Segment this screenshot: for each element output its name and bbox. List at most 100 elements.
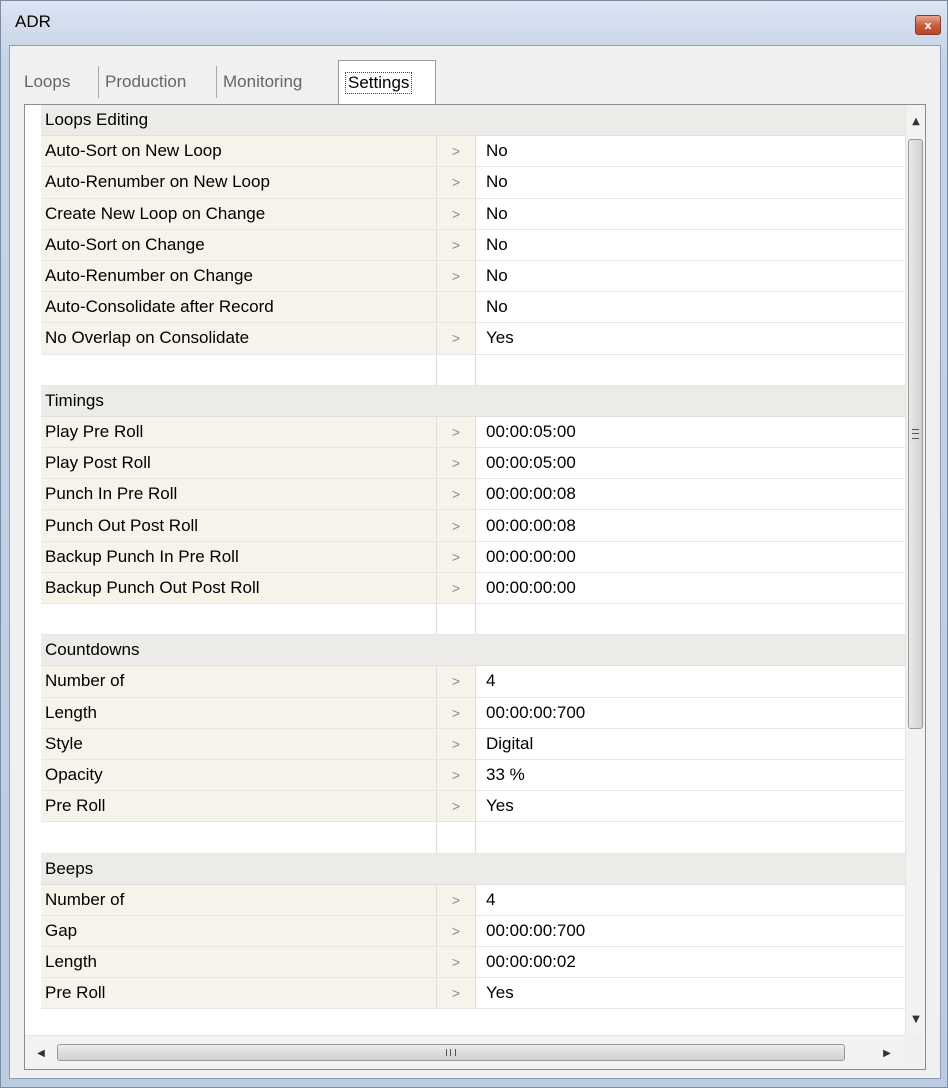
expand-arrow-icon[interactable]: > [436,791,476,823]
scroll-corner [905,1035,925,1069]
setting-row[interactable]: No Overlap on Consolidate > Yes [41,323,905,355]
setting-value[interactable]: 00:00:00:08 [476,510,905,542]
expand-arrow-icon[interactable]: > [436,978,476,1010]
expand-arrow-icon[interactable]: > [436,728,476,760]
section-title: Beeps [41,853,905,885]
arrow-up-icon[interactable]: ▲ [906,111,926,131]
tab-monitoring[interactable]: Monitoring [216,66,338,98]
setting-value[interactable]: 00:00:05:00 [476,416,905,449]
setting-row[interactable]: Play Pre Roll >00:00:05:00 [41,416,905,449]
setting-row[interactable]: Play Post Roll >00:00:05:00 [41,448,905,480]
spacer-cell [436,604,476,636]
setting-value[interactable]: Yes [476,323,905,355]
expand-arrow-icon[interactable]: > [436,229,476,261]
settings-grid: Loops Editing Auto-Sort on New Loop > No Aut… [41,105,905,1035]
setting-value[interactable]: 00:00:00:700 [476,915,905,948]
grip-icon [912,429,919,439]
grip-icon [446,1049,456,1056]
setting-value[interactable]: 4 [476,666,905,698]
expand-arrow-icon[interactable]: > [436,915,476,948]
setting-value[interactable]: Yes [476,791,905,823]
expand-arrow-icon[interactable]: > [436,541,476,573]
setting-row[interactable]: Backup Punch In Pre Roll >00:00:00:00 [41,541,905,573]
setting-value[interactable]: 4 [476,884,905,916]
setting-row[interactable]: Opacity >33 % [41,759,905,792]
setting-label: Number of [41,666,436,698]
spacer-row [41,354,905,386]
expand-arrow-icon[interactable]: > [436,416,476,449]
expand-arrow-icon[interactable]: > [436,697,476,729]
close-icon: x [924,18,932,32]
setting-label: Backup Punch Out Post Roll [41,572,436,604]
expand-arrow-icon[interactable]: > [436,198,476,230]
expand-arrow-icon[interactable]: > [436,884,476,916]
setting-value[interactable]: 00:00:05:00 [476,448,905,480]
setting-value[interactable]: No [476,229,905,261]
arrow-left-icon[interactable]: ◀ [31,1043,51,1063]
vertical-scrollbar[interactable]: ▲ ▼ [905,105,925,1035]
expand-arrow-icon[interactable]: > [436,572,476,604]
setting-label: Auto-Sort on Change [41,229,436,261]
tab-settings[interactable]: Settings [338,60,436,104]
setting-value[interactable]: 00:00:00:700 [476,697,905,729]
section-header: Loops Editing [41,105,905,137]
setting-row[interactable]: Length >00:00:00:700 [41,697,905,729]
expand-arrow-icon[interactable]: > [436,479,476,511]
setting-row[interactable]: Punch In Pre Roll >00:00:00:08 [41,479,905,511]
setting-row[interactable]: Create New Loop on Change > No [41,198,905,230]
spacer-cell [476,822,905,854]
spacer-cell [436,822,476,854]
close-button[interactable]: x [915,15,941,35]
setting-row[interactable]: Auto-Sort on New Loop > No [41,136,905,168]
setting-value[interactable]: No [476,167,905,199]
setting-row[interactable]: Backup Punch Out Post Roll >00:00:00:00 [41,572,905,604]
expand-arrow-icon[interactable]: > [436,759,476,792]
expand-arrow-icon[interactable]: > [436,323,476,355]
setting-row[interactable]: Auto-Consolidate after Record No [41,292,905,324]
setting-row[interactable]: Pre Roll > Yes [41,791,905,823]
setting-row[interactable]: Length >00:00:00:02 [41,947,905,979]
setting-value[interactable]: Yes [476,978,905,1010]
setting-value[interactable]: No [476,136,905,168]
setting-label: Create New Loop on Change [41,198,436,230]
setting-value[interactable]: No [476,292,905,324]
setting-row[interactable]: Auto-Renumber on Change > No [41,260,905,293]
setting-value[interactable]: 00:00:00:00 [476,541,905,573]
expand-arrow-icon[interactable]: > [436,666,476,698]
setting-value[interactable]: 00:00:00:02 [476,947,905,979]
arrow-right-icon[interactable]: ▶ [877,1043,897,1063]
setting-value[interactable]: 33 % [476,759,905,792]
tab-production[interactable]: Production [98,66,216,98]
setting-value[interactable]: Digital [476,728,905,760]
tab-loops[interactable]: Loops [18,66,98,98]
expand-arrow-icon[interactable]: > [436,260,476,293]
horizontal-scrollbar[interactable]: ◀ ▶ [25,1035,905,1069]
setting-row[interactable]: Punch Out Post Roll >00:00:00:08 [41,510,905,542]
setting-label: Number of [41,884,436,916]
tab-label: Production [105,72,187,91]
setting-row[interactable]: Pre Roll > Yes [41,978,905,1010]
vertical-scroll-thumb[interactable] [908,139,923,729]
expand-arrow-icon[interactable]: > [436,136,476,168]
expand-arrow-icon[interactable]: > [436,448,476,480]
expand-arrow-icon[interactable]: > [436,167,476,199]
setting-label: Length [41,697,436,729]
setting-row[interactable]: Auto-Sort on Change > No [41,229,905,261]
setting-row[interactable]: Style > Digital [41,728,905,760]
arrow-down-icon[interactable]: ▼ [906,1009,926,1029]
expand-arrow-icon[interactable]: > [436,510,476,542]
setting-value[interactable]: No [476,198,905,230]
expand-arrow-icon[interactable]: > [436,947,476,979]
setting-row[interactable]: Number of >4 [41,884,905,916]
setting-row[interactable]: Gap >00:00:00:700 [41,915,905,948]
setting-label: Auto-Renumber on Change [41,260,436,293]
setting-value[interactable]: 00:00:00:00 [476,572,905,604]
setting-row[interactable]: Number of >4 [41,666,905,698]
setting-value[interactable]: No [476,260,905,293]
setting-label: Style [41,728,436,760]
expand-arrow-icon[interactable] [436,292,476,324]
setting-row[interactable]: Auto-Renumber on New Loop > No [41,167,905,199]
horizontal-scroll-thumb[interactable] [57,1044,845,1061]
spacer-cell [436,354,476,386]
setting-value[interactable]: 00:00:00:08 [476,479,905,511]
